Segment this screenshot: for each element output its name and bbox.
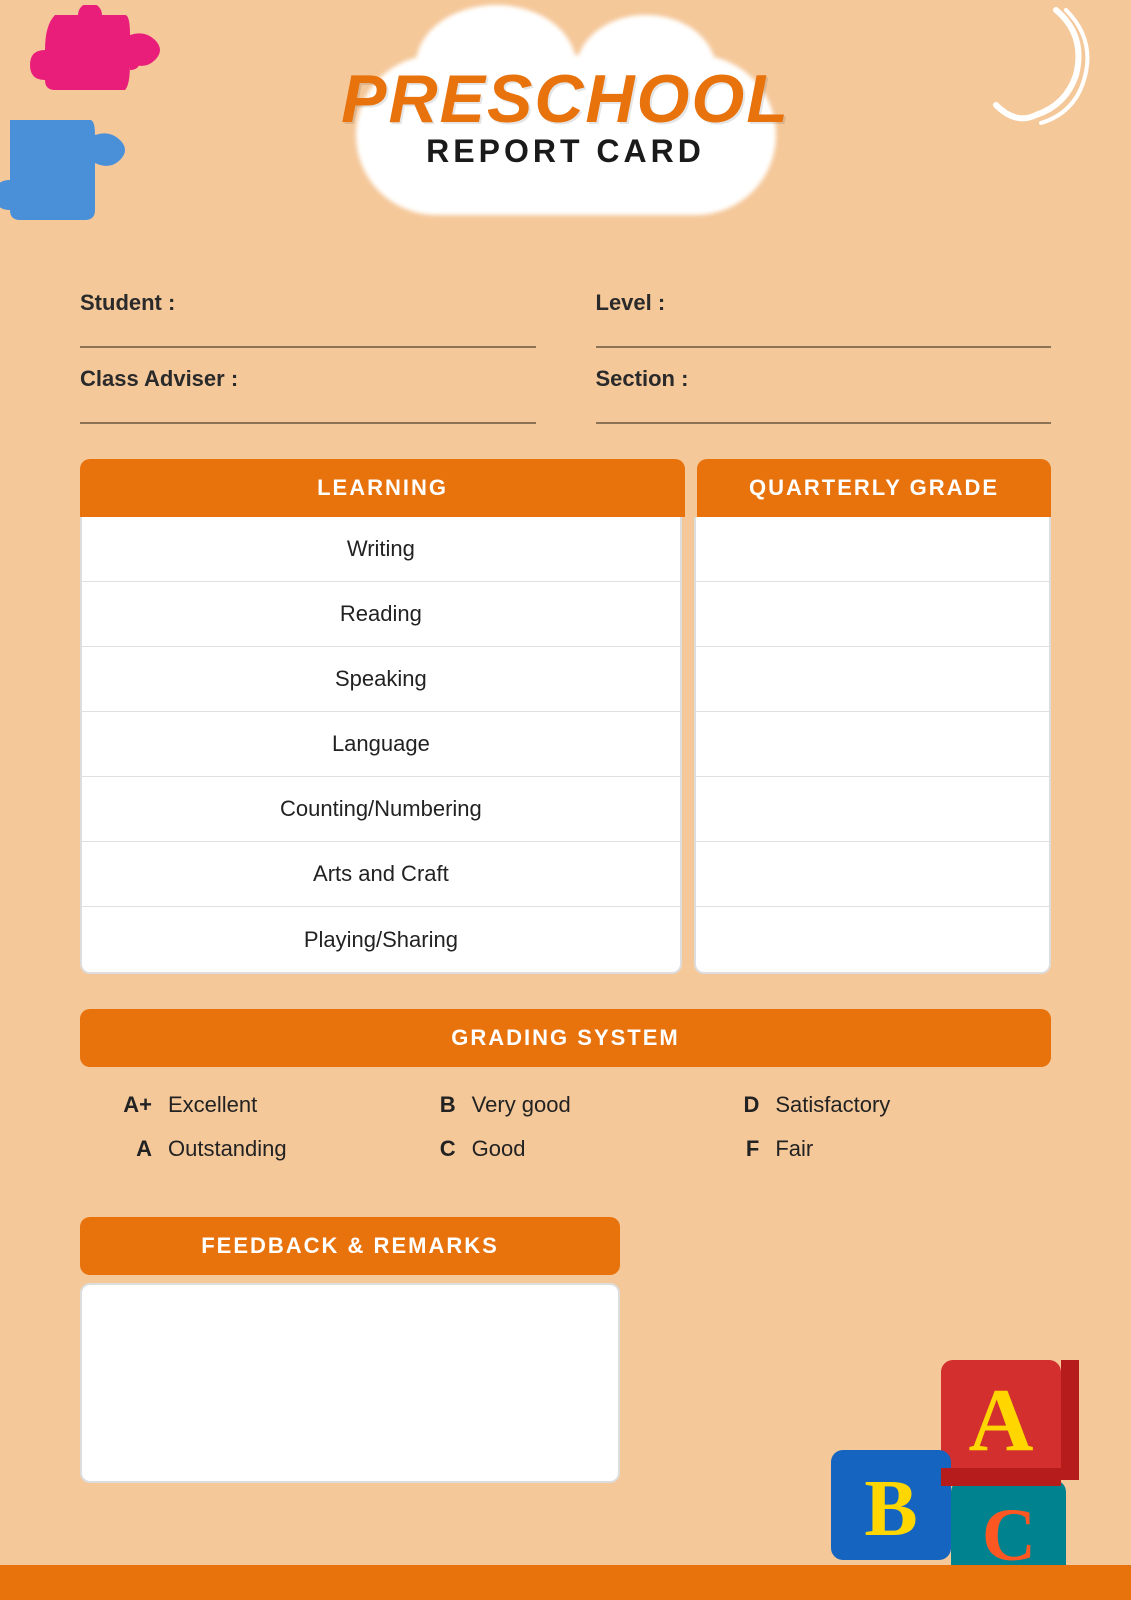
svg-text:A: A: [969, 1371, 1034, 1470]
adviser-info-row: Class Adviser : Section :: [80, 366, 1051, 424]
grade-letter-c: C: [424, 1136, 456, 1162]
grade-letter-a: A: [120, 1136, 152, 1162]
adviser-input[interactable]: [80, 396, 536, 424]
grade-row-5[interactable]: [696, 777, 1049, 842]
subject-playing: Playing/Sharing: [82, 907, 680, 972]
student-field: Student :: [80, 290, 536, 348]
grade-desc-d: Satisfactory: [775, 1092, 890, 1118]
grade-desc-a: Outstanding: [168, 1136, 287, 1162]
section-field: Section :: [596, 366, 1052, 424]
subject-reading: Reading: [82, 582, 680, 647]
feedback-header: FEEDBACK & REMARKS: [80, 1217, 620, 1275]
header-section: PRESCHOOL REPORT CARD: [0, 60, 1131, 170]
grade-d: D Satisfactory: [727, 1092, 1011, 1118]
adviser-label: Class Adviser :: [80, 366, 536, 392]
title-preschool: PRESCHOOL: [341, 60, 790, 138]
grade-desc-c: Good: [472, 1136, 526, 1162]
student-label: Student :: [80, 290, 536, 316]
subject-writing: Writing: [82, 517, 680, 582]
table-body: Writing Reading Speaking Language Counti…: [80, 517, 1051, 974]
grade-row-3[interactable]: [696, 647, 1049, 712]
student-input[interactable]: [80, 320, 536, 348]
section-label: Section :: [596, 366, 1052, 392]
svg-text:B: B: [864, 1465, 917, 1553]
grade-b: B Very good: [424, 1092, 708, 1118]
subject-language: Language: [82, 712, 680, 777]
subject-speaking: Speaking: [82, 647, 680, 712]
grade-desc-f: Fair: [775, 1136, 813, 1162]
grade-row-1[interactable]: [696, 517, 1049, 582]
title-report-card: REPORT CARD: [426, 133, 705, 170]
grade-header: QUARTERLY GRADE: [697, 459, 1051, 517]
feedback-box[interactable]: [80, 1283, 620, 1483]
learning-column: Writing Reading Speaking Language Counti…: [80, 517, 682, 974]
learning-header: LEARNING: [80, 459, 685, 517]
grade-letter-d: D: [727, 1092, 759, 1118]
subject-counting: Counting/Numbering: [82, 777, 680, 842]
bottom-bar: [0, 1565, 1131, 1600]
abc-blocks-icon: A B C: [831, 1350, 1091, 1570]
grade-f: F Fair: [727, 1136, 1011, 1162]
grade-col-2: B Very good C Good: [424, 1092, 708, 1162]
section-input[interactable]: [596, 396, 1052, 424]
grade-desc-aplus: Excellent: [168, 1092, 257, 1118]
learning-table-section: LEARNING QUARTERLY GRADE Writing Reading…: [80, 459, 1051, 974]
grade-row-7[interactable]: [696, 907, 1049, 972]
student-info-row: Student : Level :: [80, 290, 1051, 348]
level-label: Level :: [596, 290, 1052, 316]
grade-a: A Outstanding: [120, 1136, 404, 1162]
grade-col-3: D Satisfactory F Fair: [727, 1092, 1011, 1162]
grade-letter-b: B: [424, 1092, 456, 1118]
grade-row-4[interactable]: [696, 712, 1049, 777]
grade-desc-b: Very good: [472, 1092, 571, 1118]
grade-row-2[interactable]: [696, 582, 1049, 647]
grading-header: GRADING SYSTEM: [80, 1009, 1051, 1067]
subject-arts: Arts and Craft: [82, 842, 680, 907]
table-headers: LEARNING QUARTERLY GRADE: [80, 459, 1051, 517]
grade-letter-aplus: A+: [120, 1092, 152, 1118]
grade-row-6[interactable]: [696, 842, 1049, 907]
grade-c: C Good: [424, 1136, 708, 1162]
grade-col-1: A+ Excellent A Outstanding: [120, 1092, 404, 1162]
grade-letter-f: F: [727, 1136, 759, 1162]
abc-blocks-decoration: A B C: [831, 1350, 1091, 1570]
main-content: Student : Level : Class Adviser : Sectio…: [80, 290, 1051, 1483]
grade-column: [694, 517, 1051, 974]
level-field: Level :: [596, 290, 1052, 348]
grading-grid: A+ Excellent A Outstanding B Very good C…: [80, 1067, 1051, 1187]
adviser-field: Class Adviser :: [80, 366, 536, 424]
grade-aplus: A+ Excellent: [120, 1092, 404, 1118]
grading-section: GRADING SYSTEM A+ Excellent A Outstandin…: [80, 1009, 1051, 1187]
svg-text:C: C: [982, 1494, 1036, 1570]
level-input[interactable]: [596, 320, 1052, 348]
